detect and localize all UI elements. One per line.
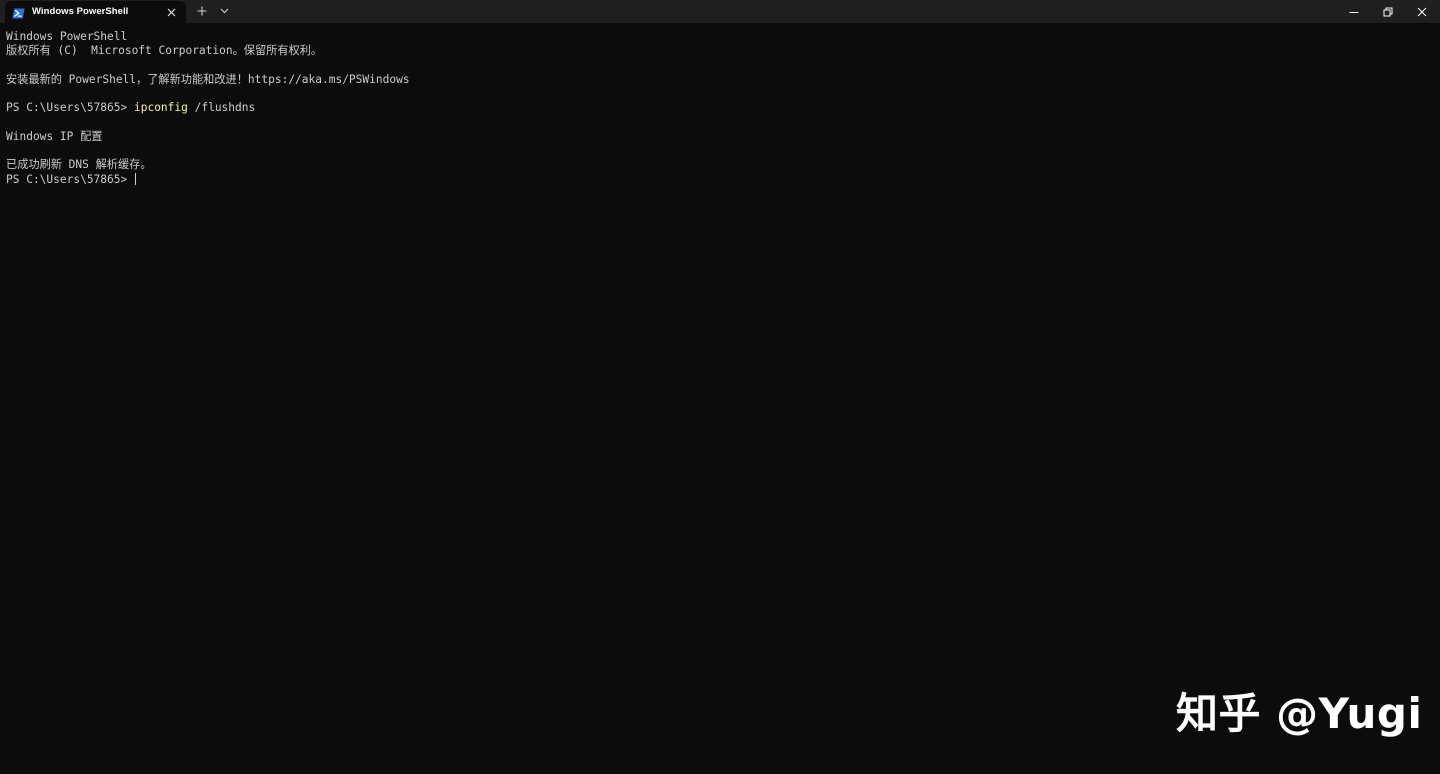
- plus-icon: [197, 6, 207, 16]
- restore-button[interactable]: [1371, 0, 1405, 23]
- terminal-line: Windows IP 配置: [6, 129, 103, 143]
- chevron-down-icon: [220, 8, 228, 14]
- terminal-line: 已成功刷新 DNS 解析缓存。: [6, 158, 152, 172]
- terminal-line: 版权所有 (C) Microsoft Corporation。保留所有权利。: [6, 44, 323, 58]
- prompt-line[interactable]: PS C:\Users\57865>: [6, 172, 1440, 187]
- terminal-window: Windows PowerShell Windows PowerShell 版权…: [0, 0, 1440, 774]
- powershell-icon: [12, 6, 25, 19]
- command-line: PS C:\Users\57865> ipconfig /flushdns: [6, 101, 1440, 115]
- title-bar[interactable]: Windows PowerShell: [0, 0, 1440, 23]
- minimize-button[interactable]: [1337, 0, 1371, 23]
- close-icon[interactable]: [163, 4, 179, 20]
- command-prompt: PS C:\Users\57865>: [6, 101, 134, 115]
- text-cursor: [134, 172, 136, 185]
- restore-icon: [1383, 7, 1393, 16]
- command-name: ipconfig: [133, 101, 188, 115]
- new-tab-button[interactable]: [194, 2, 210, 20]
- tab-title: Windows PowerShell: [32, 6, 129, 17]
- terminal-line: Windows PowerShell: [6, 30, 128, 43]
- watermark: 知乎 @Yugi: [1176, 689, 1423, 738]
- terminal-line: 安装最新的 PowerShell，了解新功能和改进！https://aka.ms…: [6, 72, 410, 86]
- final-prompt: PS C:\Users\57865>: [6, 172, 134, 186]
- tab-dropdown-button[interactable]: [216, 2, 232, 20]
- close-icon: [1417, 7, 1427, 16]
- close-window-button[interactable]: [1405, 0, 1439, 23]
- tab-windows-powershell[interactable]: Windows PowerShell: [5, 1, 186, 23]
- terminal-output[interactable]: Windows PowerShell 版权所有 (C) Microsoft Co…: [0, 23, 1440, 774]
- command-args: /flushdns: [187, 101, 256, 115]
- minimize-icon: [1349, 11, 1359, 13]
